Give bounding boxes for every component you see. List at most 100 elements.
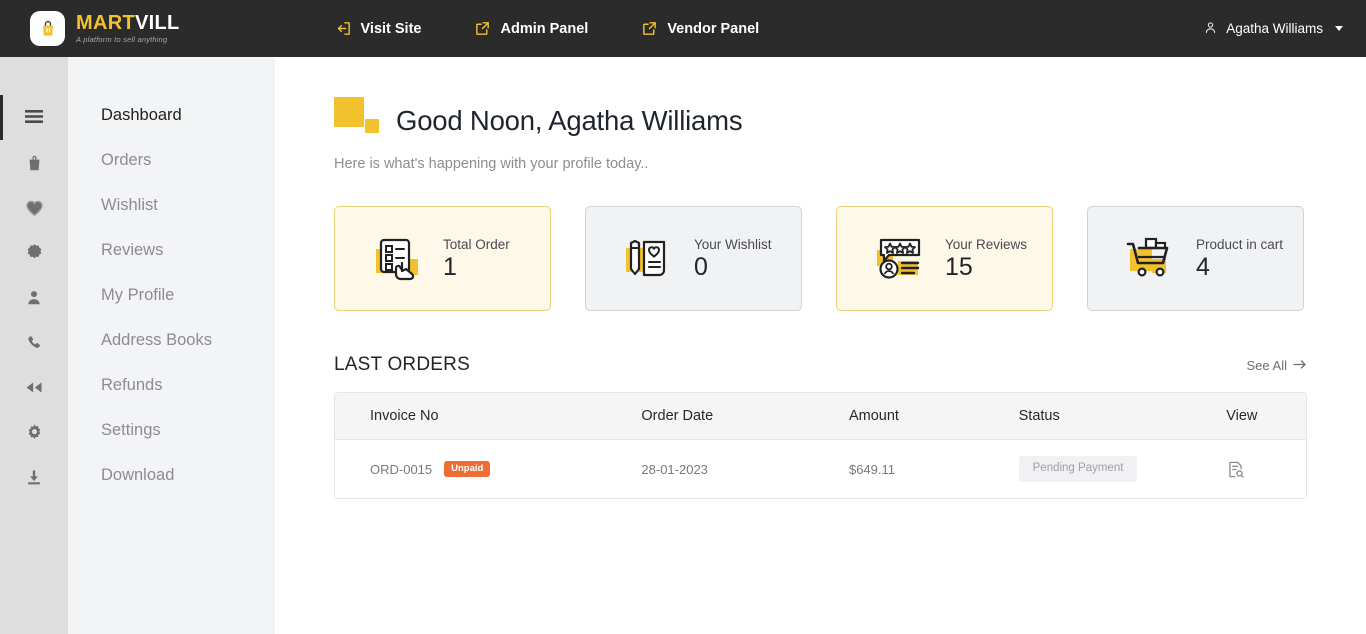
- cell-amount: $649.11: [814, 462, 984, 477]
- rail-item-my-profile[interactable]: [0, 275, 68, 320]
- stat-card-label: Product in cart: [1196, 237, 1283, 252]
- user-menu[interactable]: Agatha Williams: [1203, 20, 1343, 38]
- page-subtitle: Here is what's happening with your profi…: [334, 156, 1307, 172]
- brand-logo[interactable]: MARTVILL A platform to sell anything: [30, 11, 180, 46]
- brand-name-second: VILL: [135, 12, 180, 34]
- sidebar-item-label: Wishlist: [101, 196, 158, 215]
- heart-icon: [25, 199, 44, 217]
- column-header-view: View: [1191, 408, 1306, 424]
- sidebar-item-address-books[interactable]: Address Books: [68, 318, 275, 363]
- wishlist-icon: [620, 231, 676, 287]
- phone-icon: [25, 334, 43, 352]
- sidebar-item-label: Download: [101, 466, 174, 485]
- stat-card-your-reviews[interactable]: Your Reviews 15: [836, 206, 1053, 311]
- orders-table: Invoice No Order Date Amount Status View…: [334, 392, 1307, 499]
- rail-item-address-books[interactable]: [0, 320, 68, 365]
- sidebar-item-orders[interactable]: Orders: [68, 138, 275, 183]
- stat-card-your-wishlist[interactable]: Your Wishlist 0: [585, 206, 802, 311]
- sidebar-item-label: Reviews: [101, 241, 163, 260]
- stat-card-value: 0: [694, 254, 772, 280]
- rewind-icon: [24, 380, 44, 395]
- chevron-down-icon[interactable]: [1335, 26, 1343, 31]
- sidebar-item-refunds[interactable]: Refunds: [68, 363, 275, 408]
- icon-rail: [0, 57, 68, 634]
- shopping-bag-icon: [30, 11, 65, 46]
- stat-card-value: 4: [1196, 254, 1283, 280]
- cell-invoice-no: ORD-0015 Unpaid: [335, 461, 606, 478]
- payment-badge: Unpaid: [444, 461, 490, 478]
- nav-vendor-panel[interactable]: Vendor Panel: [641, 20, 759, 37]
- cell-status: Pending Payment: [984, 456, 1192, 482]
- last-orders-header: LAST ORDERS See All: [334, 354, 1307, 376]
- page-title: Good Noon, Agatha Williams: [396, 107, 742, 138]
- invoice-number: ORD-0015: [370, 462, 432, 477]
- see-all-label: See All: [1247, 358, 1287, 373]
- cell-view: [1191, 460, 1306, 479]
- shopping-cart-icon: [1122, 231, 1178, 287]
- stat-card-label: Total Order: [443, 237, 510, 252]
- last-orders-title: LAST ORDERS: [334, 354, 470, 376]
- sidebar: Dashboard Orders Wishlist Reviews My Pro…: [68, 57, 275, 634]
- stat-card-label: Your Reviews: [945, 237, 1027, 252]
- brand-name-first: MART: [76, 12, 135, 34]
- user-icon: [1203, 20, 1218, 38]
- user-icon: [25, 288, 43, 307]
- rail-item-download[interactable]: [0, 455, 68, 500]
- rail-item-dashboard[interactable]: [0, 95, 68, 140]
- nav-admin-panel[interactable]: Admin Panel: [474, 20, 588, 37]
- sidebar-item-label: Dashboard: [101, 106, 182, 125]
- sidebar-item-reviews[interactable]: Reviews: [68, 228, 275, 273]
- stat-card-product-in-cart[interactable]: Product in cart 4: [1087, 206, 1304, 311]
- sidebar-item-settings[interactable]: Settings: [68, 408, 275, 453]
- sidebar-item-label: My Profile: [101, 286, 174, 305]
- table-header-row: Invoice No Order Date Amount Status View: [335, 393, 1306, 440]
- nav-visit-site-label: Visit Site: [361, 21, 422, 37]
- sidebar-item-label: Address Books: [101, 331, 212, 350]
- status-badge: Pending Payment: [1019, 456, 1138, 482]
- external-link-icon: [474, 20, 491, 37]
- cell-order-date: 28-01-2023: [606, 462, 814, 477]
- column-header-order-date: Order Date: [606, 408, 814, 424]
- nav-admin-panel-label: Admin Panel: [500, 21, 588, 37]
- sidebar-item-label: Refunds: [101, 376, 162, 395]
- rail-item-reviews[interactable]: [0, 230, 68, 275]
- see-all-link[interactable]: See All: [1247, 358, 1307, 373]
- external-link-icon: [641, 20, 658, 37]
- sidebar-item-my-profile[interactable]: My Profile: [68, 273, 275, 318]
- enter-arrow-icon: [335, 20, 352, 37]
- brand-name: MARTVILL: [76, 13, 180, 33]
- nav-vendor-panel-label: Vendor Panel: [667, 21, 759, 37]
- rail-item-orders[interactable]: [0, 140, 68, 185]
- sidebar-item-download[interactable]: Download: [68, 453, 275, 498]
- rail-item-refunds[interactable]: [0, 365, 68, 410]
- stat-card-total-order[interactable]: Total Order 1: [334, 206, 551, 311]
- sidebar-item-label: Orders: [101, 151, 151, 170]
- table-row[interactable]: ORD-0015 Unpaid 28-01-2023 $649.11 Pendi…: [335, 440, 1306, 498]
- main-content: Good Noon, Agatha Williams Here is what'…: [275, 57, 1366, 634]
- rail-item-settings[interactable]: [0, 410, 68, 455]
- square-small-icon: [365, 119, 379, 133]
- top-navigation: Visit Site Admin Panel Vendor Panel: [335, 20, 760, 37]
- document-search-icon[interactable]: [1226, 460, 1245, 479]
- column-header-invoice-no: Invoice No: [335, 408, 606, 424]
- greeting-row: Good Noon, Agatha Williams: [334, 97, 1307, 137]
- stat-card-value: 1: [443, 254, 510, 280]
- arrow-right-icon: [1293, 358, 1307, 373]
- order-list-icon: [369, 231, 425, 287]
- stat-card-label: Your Wishlist: [694, 237, 772, 252]
- stat-cards: Total Order 1 Your Wishlist 0: [334, 206, 1307, 311]
- brand-tagline: A platform to sell anything: [76, 36, 180, 44]
- stat-card-value: 15: [945, 254, 1027, 280]
- column-header-amount: Amount: [814, 408, 984, 424]
- square-large-icon: [334, 97, 364, 127]
- top-bar: MARTVILL A platform to sell anything Vis…: [0, 0, 1366, 57]
- shopping-bag-icon: [26, 153, 43, 172]
- sidebar-item-dashboard[interactable]: Dashboard: [68, 93, 275, 138]
- reviews-star-icon: [871, 231, 927, 287]
- rail-item-wishlist[interactable]: [0, 185, 68, 230]
- gear-icon: [25, 423, 44, 442]
- column-header-status: Status: [984, 408, 1192, 424]
- sidebar-item-wishlist[interactable]: Wishlist: [68, 183, 275, 228]
- sidebar-item-label: Settings: [101, 421, 161, 440]
- nav-visit-site[interactable]: Visit Site: [335, 20, 422, 37]
